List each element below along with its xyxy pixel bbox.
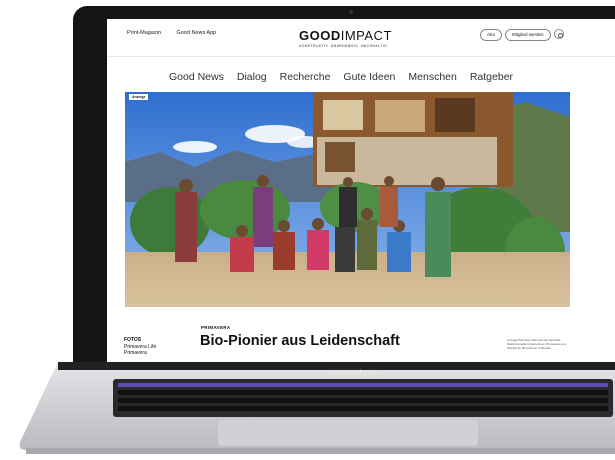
photo-credit-2: Primavera xyxy=(124,350,147,356)
link-good-news-app[interactable]: Good News App xyxy=(176,30,216,36)
article-kicker: PRIMAVERA xyxy=(201,325,231,330)
article-side-note: Anzeige/Seit über Jahrzehnten baut das N… xyxy=(507,338,567,350)
nav-menschen[interactable]: Menschen xyxy=(408,71,456,83)
laptop-base xyxy=(19,362,615,454)
site-tagline: KONSTRUKTIV. UNABHÄNGIG. NACHHALTIG. xyxy=(299,44,389,48)
nav-gute-ideen[interactable]: Gute Ideen xyxy=(343,71,395,83)
device-label: MacBook Pro xyxy=(332,368,378,377)
abo-button[interactable]: Abo xyxy=(480,29,503,41)
ad-badge: Anzeige xyxy=(129,94,149,100)
search-icon[interactable] xyxy=(554,29,564,39)
top-links: Print-Magazin Good News App xyxy=(127,30,230,36)
nav-ratgeber[interactable]: Ratgeber xyxy=(470,71,513,83)
main-nav: Good News Dialog Recherche Gute Ideen Me… xyxy=(169,71,526,83)
member-button[interactable]: Mitglied werden xyxy=(505,29,551,41)
nav-dialog[interactable]: Dialog xyxy=(237,71,267,83)
logo-thin: IMPACT xyxy=(340,28,392,43)
laptop-screen: Print-Magazin Good News App GOODIMPACT K… xyxy=(107,19,615,369)
camera-icon xyxy=(349,10,353,14)
hero-image[interactable] xyxy=(125,92,570,307)
article-headline[interactable]: Bio-Pionier aus Leidenschaft xyxy=(200,333,400,349)
header-divider xyxy=(107,56,615,57)
nav-recherche[interactable]: Recherche xyxy=(280,71,331,83)
link-print-magazin[interactable]: Print-Magazin xyxy=(127,30,161,36)
site-logo[interactable]: GOODIMPACT xyxy=(299,28,392,43)
nav-good-news[interactable]: Good News xyxy=(169,71,224,83)
photo-credits: FOTOS Primavera Life Primavera xyxy=(124,337,156,357)
logo-bold: GOOD xyxy=(299,28,341,43)
